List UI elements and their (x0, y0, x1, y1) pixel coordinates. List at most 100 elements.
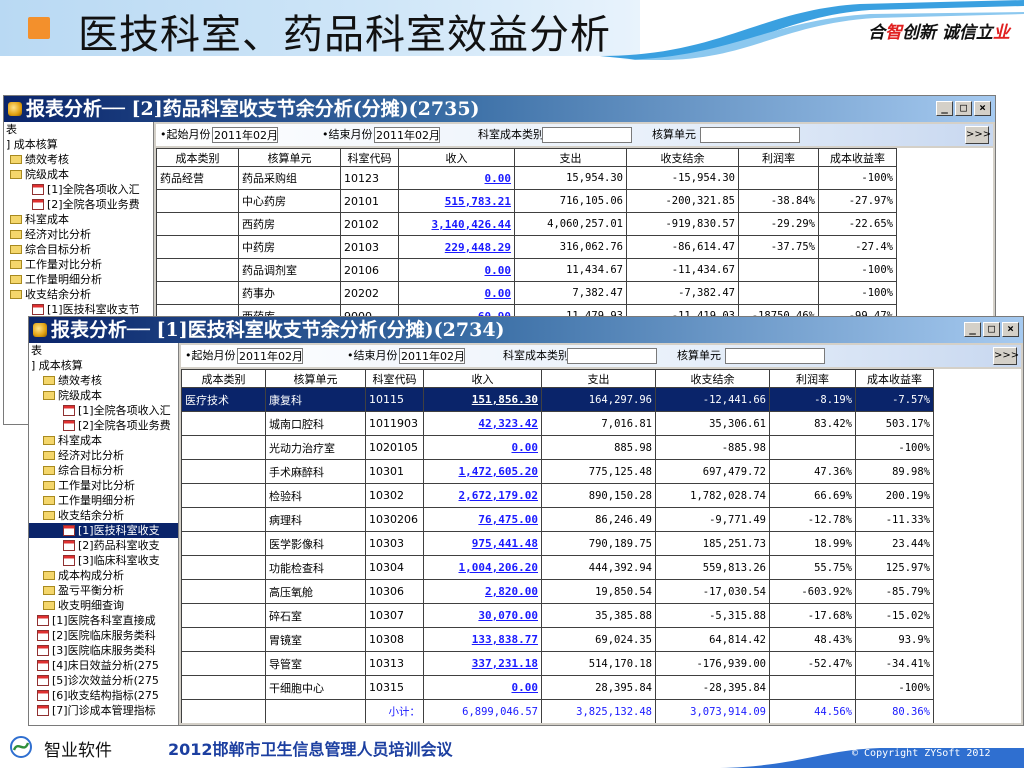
unit-field[interactable] (725, 348, 825, 364)
column-header[interactable]: 收支结余 (655, 369, 770, 388)
table-row[interactable]: 药事办 20202 0.00 7,382.47 -7,382.47 -100% (156, 281, 897, 305)
cell-income[interactable]: 515,783.21 (398, 189, 515, 213)
tree-node[interactable]: [2]药品科室收支 (29, 538, 178, 553)
tree-node[interactable]: 院级成本 (29, 388, 178, 403)
tree-node[interactable]: [4]床日效益分析(275 (29, 658, 178, 673)
tree-node[interactable]: [3]临床科室收支 (29, 553, 178, 568)
tree-node[interactable]: [1]全院各项收入汇 (29, 403, 178, 418)
tree-node[interactable]: 工作量明细分析 (4, 272, 153, 287)
tree-node[interactable]: [1]医技科室收支节 (4, 302, 153, 317)
tree-node[interactable]: ] 成本核算 (4, 137, 153, 152)
tree-node[interactable]: 院级成本 (4, 167, 153, 182)
window-titlebar[interactable]: 报表分析── [2]药品科室收支节余分析(分摊)(2735) _ □ × (4, 96, 995, 122)
column-header[interactable]: 支出 (514, 148, 627, 167)
cell-income[interactable]: 0.00 (398, 258, 515, 282)
column-header[interactable]: 支出 (541, 369, 656, 388)
tree-node[interactable]: 综合目标分析 (4, 242, 153, 257)
tree-node[interactable]: 工作量对比分析 (29, 478, 178, 493)
table-row[interactable]: 中心药房 20101 515,783.21 716,105.06 -200,321.85… (156, 189, 897, 213)
maximize-button[interactable]: □ (983, 322, 1000, 337)
table-row[interactable]: 药品调剂室 20106 0.00 11,434.67 -11,434.67 -100% (156, 258, 897, 282)
tree-node[interactable]: 收支结余分析 (4, 287, 153, 302)
tree-node[interactable]: [1]医院各科室直接成 (29, 613, 178, 628)
close-button[interactable]: × (974, 101, 991, 116)
end-month-field[interactable]: 2011年02月 (374, 127, 440, 143)
column-header[interactable]: 利润率 (738, 148, 819, 167)
end-month-field[interactable]: 2011年02月 (399, 348, 465, 364)
tree-node[interactable]: [5]诊次效益分析(275 (29, 673, 178, 688)
category-field[interactable] (542, 127, 632, 143)
start-month-field[interactable]: 2011年02月 (237, 348, 303, 364)
tree-node[interactable]: [7]门诊成本管理指标 (29, 703, 178, 718)
more-options-button[interactable]: >>> (965, 126, 991, 144)
minimize-button[interactable]: _ (936, 101, 953, 116)
table-row[interactable]: 医学影像科 10303 975,441.48 790,189.75 185,251.73… (181, 531, 934, 556)
column-header[interactable]: 成本类别 (181, 369, 266, 388)
tree-node[interactable]: 盈亏平衡分析 (29, 583, 178, 598)
cell-income[interactable]: 1,472,605.20 (423, 459, 542, 484)
column-header[interactable]: 科室代码 (340, 148, 399, 167)
report-tree[interactable]: 表] 成本核算 绩效考核 院级成本 [1]全院各项收入汇 [2]全院各项业务费 科室成本经… (29, 343, 179, 725)
tree-node[interactable]: 综合目标分析 (29, 463, 178, 478)
tree-node[interactable]: [3]医院临床服务类科 (29, 643, 178, 658)
tree-node[interactable]: [2]全院各项业务费 (4, 197, 153, 212)
cell-income[interactable]: 0.00 (398, 166, 515, 190)
more-options-button[interactable]: >>> (993, 347, 1019, 365)
tree-node[interactable]: 工作量对比分析 (4, 257, 153, 272)
tree-node[interactable]: 绩效考核 (29, 373, 178, 388)
table-row[interactable]: 病理科 1030206 76,475.00 86,246.49 -9,771.49 -12… (181, 507, 934, 532)
tree-node[interactable]: 成本构成分析 (29, 568, 178, 583)
tree-node[interactable]: [1]全院各项收入汇 (4, 182, 153, 197)
cell-income[interactable]: 0.00 (423, 435, 542, 460)
cell-income[interactable]: 1,004,206.20 (423, 555, 542, 580)
tree-node[interactable]: 收支结余分析 (29, 508, 178, 523)
cell-income[interactable]: 30,070.00 (423, 603, 542, 628)
table-row[interactable]: 功能检查科 10304 1,004,206.20 444,392.94 559,813.… (181, 555, 934, 580)
table-row[interactable]: 光动力治疗室 1020105 0.00 885.98 -885.98 -100% (181, 435, 934, 460)
report-window-medtech[interactable]: 报表分析── [1]医技科室收支节余分析(分摊)(2734) _ □ × 表] … (28, 316, 1024, 726)
table-row[interactable]: 医疗技术 康复科 10115 151,856.30 164,297.96 -12,441.… (181, 387, 934, 412)
table-row[interactable]: 碎石室 10307 30,070.00 35,385.88 -5,315.88 -17.6… (181, 603, 934, 628)
table-row[interactable]: 胃镜室 10308 133,838.77 69,024.35 64,814.42 48.4… (181, 627, 934, 652)
cell-income[interactable]: 133,838.77 (423, 627, 542, 652)
category-field[interactable] (567, 348, 657, 364)
tree-node[interactable]: [2]全院各项业务费 (29, 418, 178, 433)
tree-node[interactable]: 表 (29, 343, 178, 358)
column-header[interactable]: 收入 (423, 369, 542, 388)
table-row[interactable]: 高压氧舱 10306 2,820.00 19,850.54 -17,030.54 -603… (181, 579, 934, 604)
cell-income[interactable]: 2,820.00 (423, 579, 542, 604)
table-row[interactable]: 中药房 20103 229,448.29 316,062.76 -86,614.47 -3… (156, 235, 897, 259)
column-header[interactable]: 利润率 (769, 369, 856, 388)
column-header[interactable]: 成本收益率 (818, 148, 897, 167)
tree-node[interactable]: 经济对比分析 (29, 448, 178, 463)
table-row[interactable]: 检验科 10302 2,672,179.02 890,150.28 1,782,028.… (181, 483, 934, 508)
cell-income[interactable]: 151,856.30 (423, 387, 542, 412)
cell-income[interactable]: 975,441.48 (423, 531, 542, 556)
column-header[interactable]: 科室代码 (365, 369, 424, 388)
unit-field[interactable] (700, 127, 800, 143)
cell-income[interactable]: 42,323.42 (423, 411, 542, 436)
tree-node[interactable]: 绩效考核 (4, 152, 153, 167)
table-row[interactable]: 药品经营 药品采购组 10123 0.00 15,954.30 -15,954.30 -10… (156, 166, 897, 190)
cell-income[interactable]: 0.00 (398, 281, 515, 305)
column-header[interactable]: 核算单元 (238, 148, 341, 167)
table-row[interactable]: 城南口腔科 1011903 42,323.42 7,016.81 35,306.61 83… (181, 411, 934, 436)
cell-income[interactable]: 76,475.00 (423, 507, 542, 532)
tree-node[interactable]: 表 (4, 122, 153, 137)
cell-income[interactable]: 337,231.18 (423, 651, 542, 676)
cell-income[interactable]: 229,448.29 (398, 235, 515, 259)
tree-node[interactable]: 经济对比分析 (4, 227, 153, 242)
report-grid[interactable]: 成本类别 核算单元 科室代码 收入 支出 收支结余 利润率 成本收益率 医疗技术 康复科 1011… (181, 369, 1021, 723)
tree-node[interactable]: 科室成本 (29, 433, 178, 448)
column-header[interactable]: 成本类别 (156, 148, 239, 167)
minimize-button[interactable]: _ (964, 322, 981, 337)
tree-node[interactable]: [2]医院临床服务类科 (29, 628, 178, 643)
cell-income[interactable]: 2,672,179.02 (423, 483, 542, 508)
table-row[interactable]: 导管室 10313 337,231.18 514,170.18 -176,939.00-… (181, 651, 934, 676)
column-header[interactable]: 收支结余 (626, 148, 739, 167)
table-row[interactable]: 西药房 20102 3,140,426.44 4,060,257.01 -919,830… (156, 212, 897, 236)
window-titlebar[interactable]: 报表分析── [1]医技科室收支节余分析(分摊)(2734) _ □ × (29, 317, 1023, 343)
column-header[interactable]: 核算单元 (265, 369, 366, 388)
table-row[interactable]: 手术麻醉科 10301 1,472,605.20 775,125.48 697,479.… (181, 459, 934, 484)
close-button[interactable]: × (1002, 322, 1019, 337)
